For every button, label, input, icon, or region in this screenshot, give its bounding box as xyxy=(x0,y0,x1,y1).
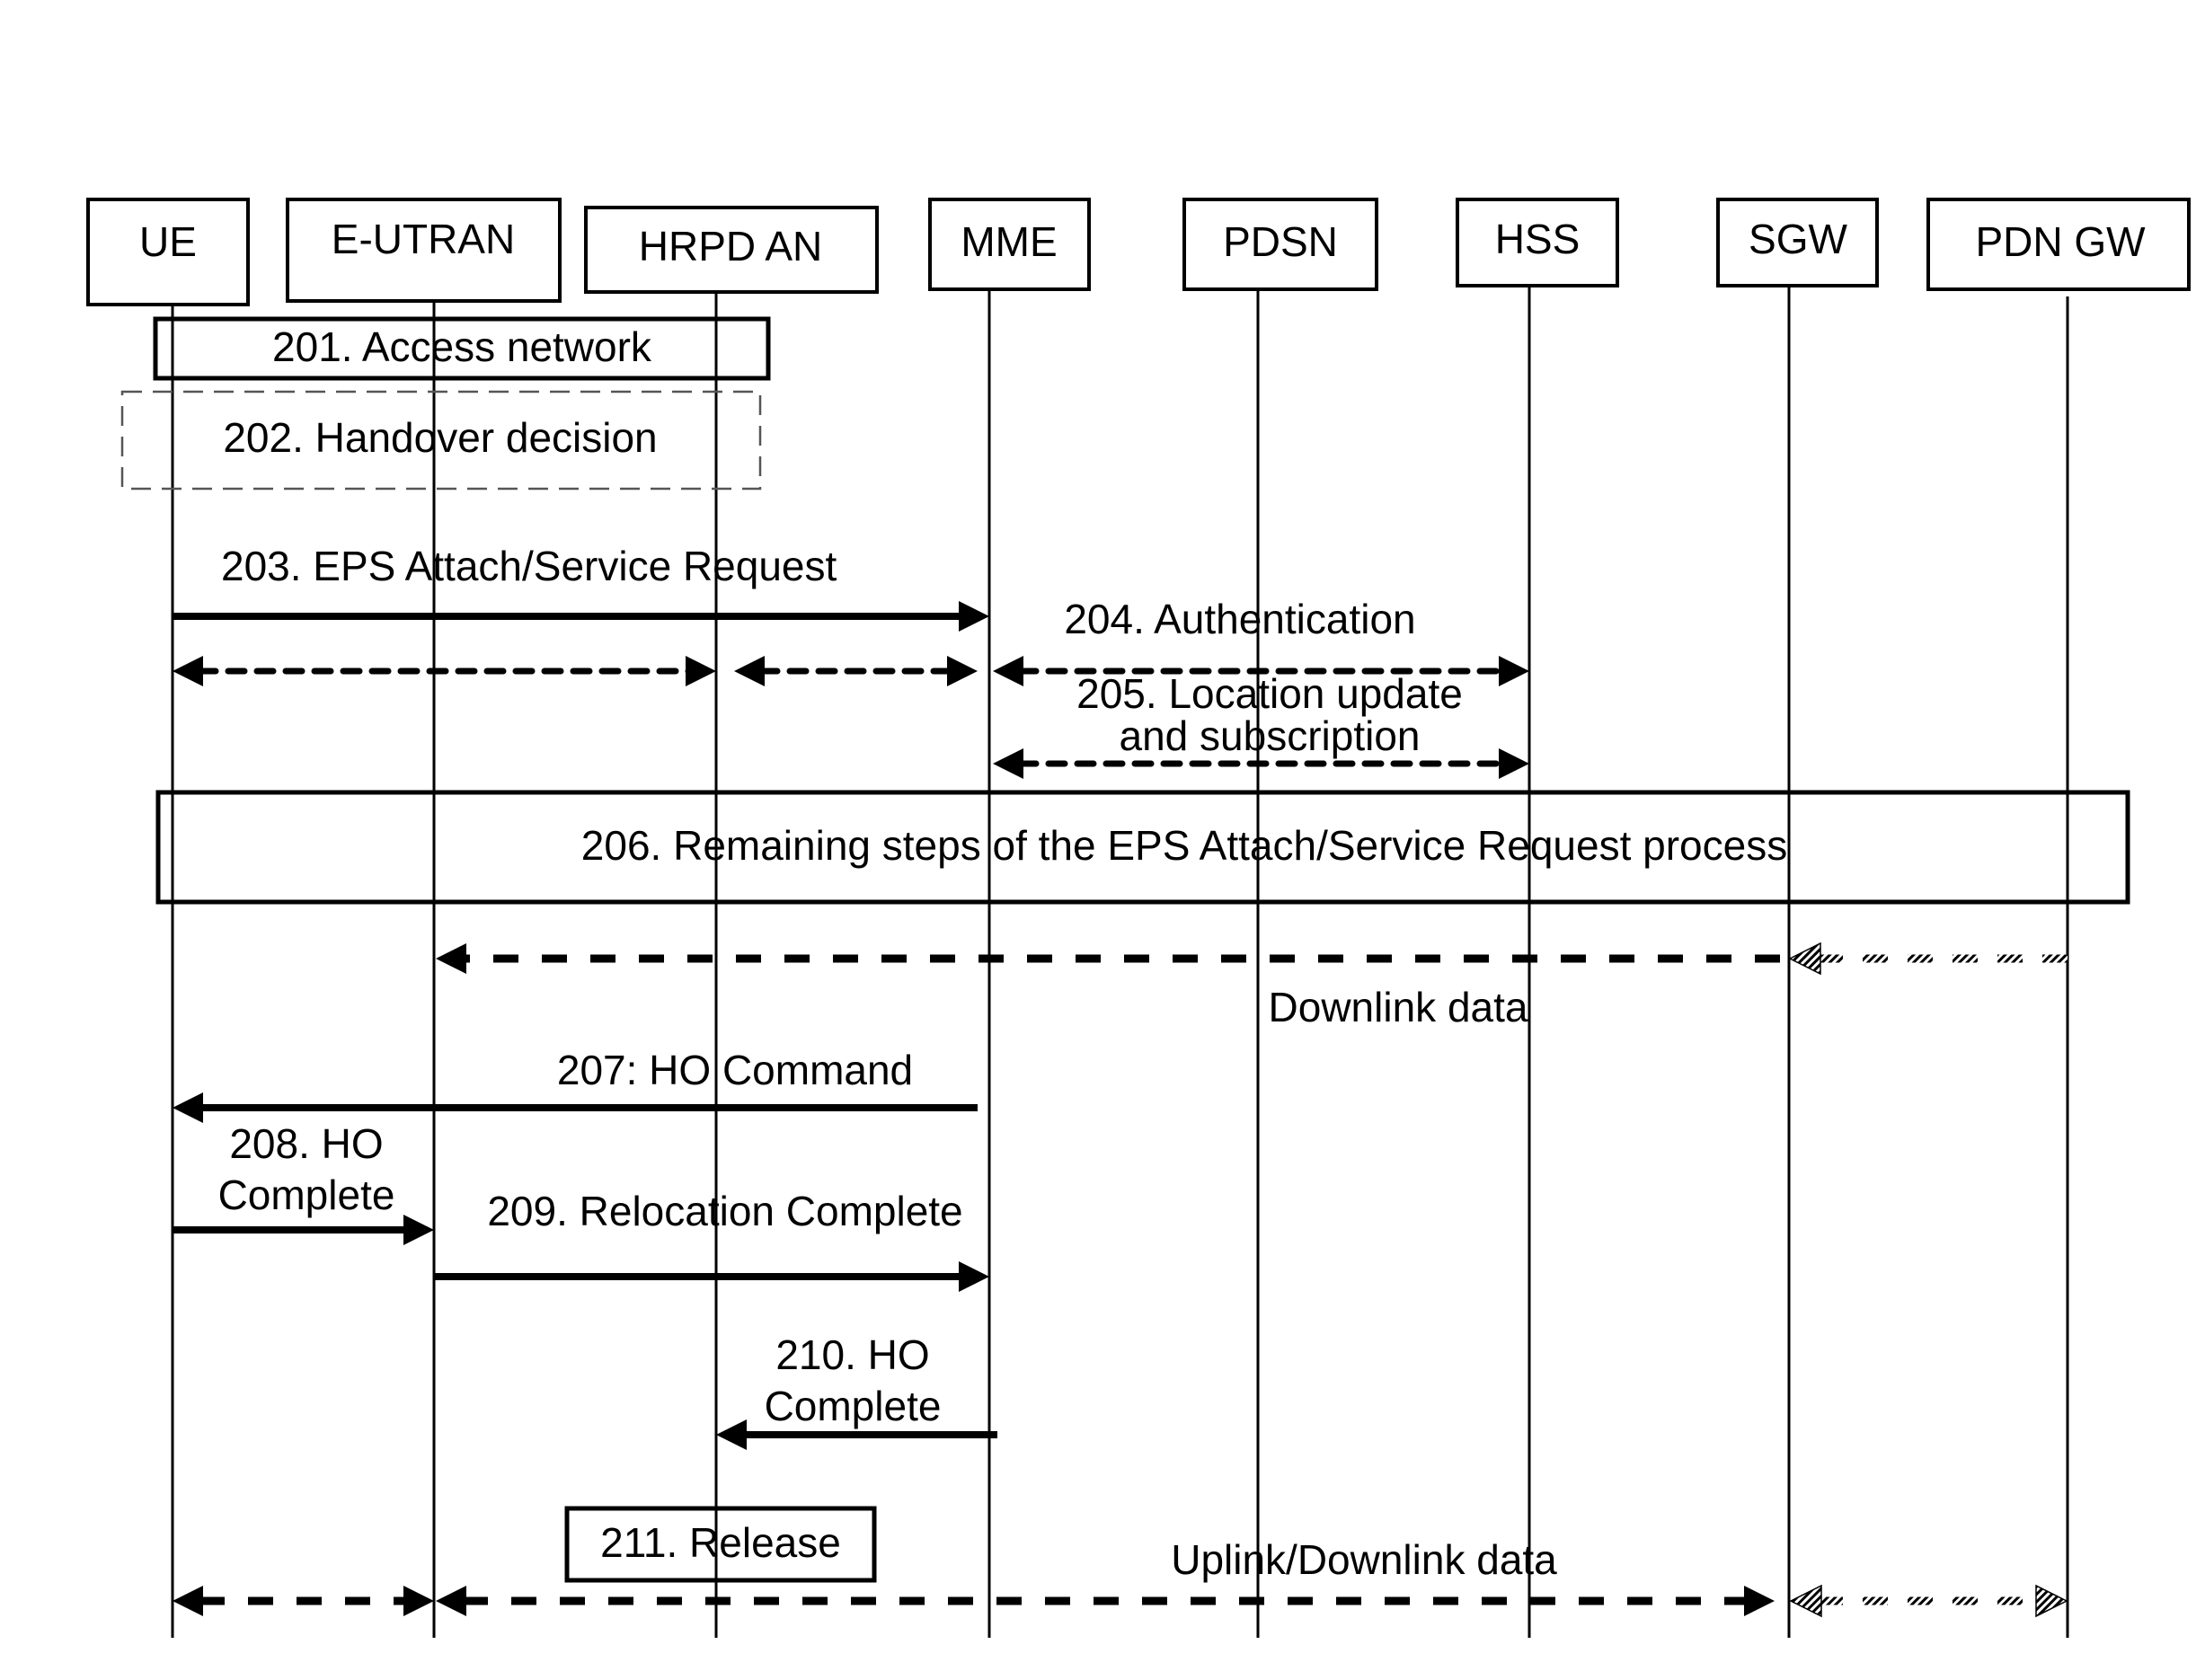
entity-sgw: SGW xyxy=(1716,198,1879,1638)
note-201-access-network: 201. Access network xyxy=(153,316,771,381)
arrowhead-icon xyxy=(403,1215,434,1245)
note-label: 202. Handover decision xyxy=(223,414,657,461)
entity-label: MME xyxy=(961,218,1057,265)
entity-pdsn: PDSN xyxy=(1182,198,1378,1638)
message-label-209: 209. Relocation Complete xyxy=(487,1188,962,1234)
entity-pdn-gw: PDN GW xyxy=(1926,198,2191,1638)
arrowhead-icon xyxy=(959,601,989,632)
arrowhead-icon xyxy=(947,656,978,686)
message-label-210-line1: 210. HO xyxy=(775,1331,929,1378)
arrowhead-icon xyxy=(993,656,1023,686)
arrowhead-icon xyxy=(1499,656,1529,686)
message-label-210-line2: Complete xyxy=(765,1383,942,1429)
arrowhead-icon xyxy=(2035,1584,2068,1618)
arrowhead-icon xyxy=(1499,748,1529,779)
arrowhead-icon xyxy=(993,748,1023,779)
note-206-remaining-steps: 206. Remaining steps of the EPS Attach/S… xyxy=(155,790,2130,905)
entity-hss: HSS xyxy=(1456,198,1619,1638)
entity-label: HRPD AN xyxy=(639,223,822,270)
arrowhead-icon xyxy=(1788,942,1821,976)
message-label-205-line2: and subscription xyxy=(1120,712,1421,759)
message-label-208-line1: 208. HO xyxy=(229,1120,383,1167)
arrowhead-icon xyxy=(173,656,203,686)
sequence-diagram: UE E-UTRAN HRPD AN MME PDSN HSS SGW PDN … xyxy=(86,198,2191,1638)
arrowhead-icon xyxy=(686,656,716,686)
arrowhead-icon xyxy=(403,1586,434,1616)
arrowhead-icon xyxy=(436,943,466,974)
note-label: 211. Release xyxy=(600,1519,841,1566)
arrowhead-icon xyxy=(1789,1584,1822,1618)
message-label-uplink-downlink-data: Uplink/Downlink data xyxy=(1171,1536,1557,1583)
message-label-downlink-data: Downlink data xyxy=(1269,984,1528,1030)
arrowhead-icon xyxy=(1744,1586,1775,1616)
note-211-release: 211. Release xyxy=(564,1506,877,1583)
message-label-205-line1: 205. Location update xyxy=(1076,670,1463,717)
arrowhead-icon xyxy=(734,656,765,686)
entity-label: SGW xyxy=(1749,216,1847,262)
note-label: 206. Remaining steps of the EPS Attach/S… xyxy=(581,822,1787,869)
entity-mme: MME xyxy=(928,198,1091,1638)
message-label-207: 207: HO Command xyxy=(557,1047,913,1093)
note-202-handover-decision: 202. Handover decision xyxy=(120,390,762,491)
message-label-203: 203. EPS Attach/Service Request xyxy=(221,543,837,589)
entity-label: E-UTRAN xyxy=(332,216,515,262)
arrowhead-icon xyxy=(173,1586,203,1616)
arrowhead-icon xyxy=(716,1419,747,1450)
note-label: 201. Access network xyxy=(272,323,652,370)
arrowhead-icon xyxy=(959,1261,989,1292)
entity-label: HSS xyxy=(1495,216,1581,262)
message-label-208-line2: Complete xyxy=(218,1172,395,1218)
entity-label: UE xyxy=(139,218,197,265)
arrowhead-icon xyxy=(173,1092,203,1123)
message-label-204: 204. Authentication xyxy=(1064,596,1415,642)
entity-label: PDSN xyxy=(1223,218,1338,265)
entity-label: PDN GW xyxy=(1975,218,2146,265)
arrowhead-icon xyxy=(436,1586,466,1616)
